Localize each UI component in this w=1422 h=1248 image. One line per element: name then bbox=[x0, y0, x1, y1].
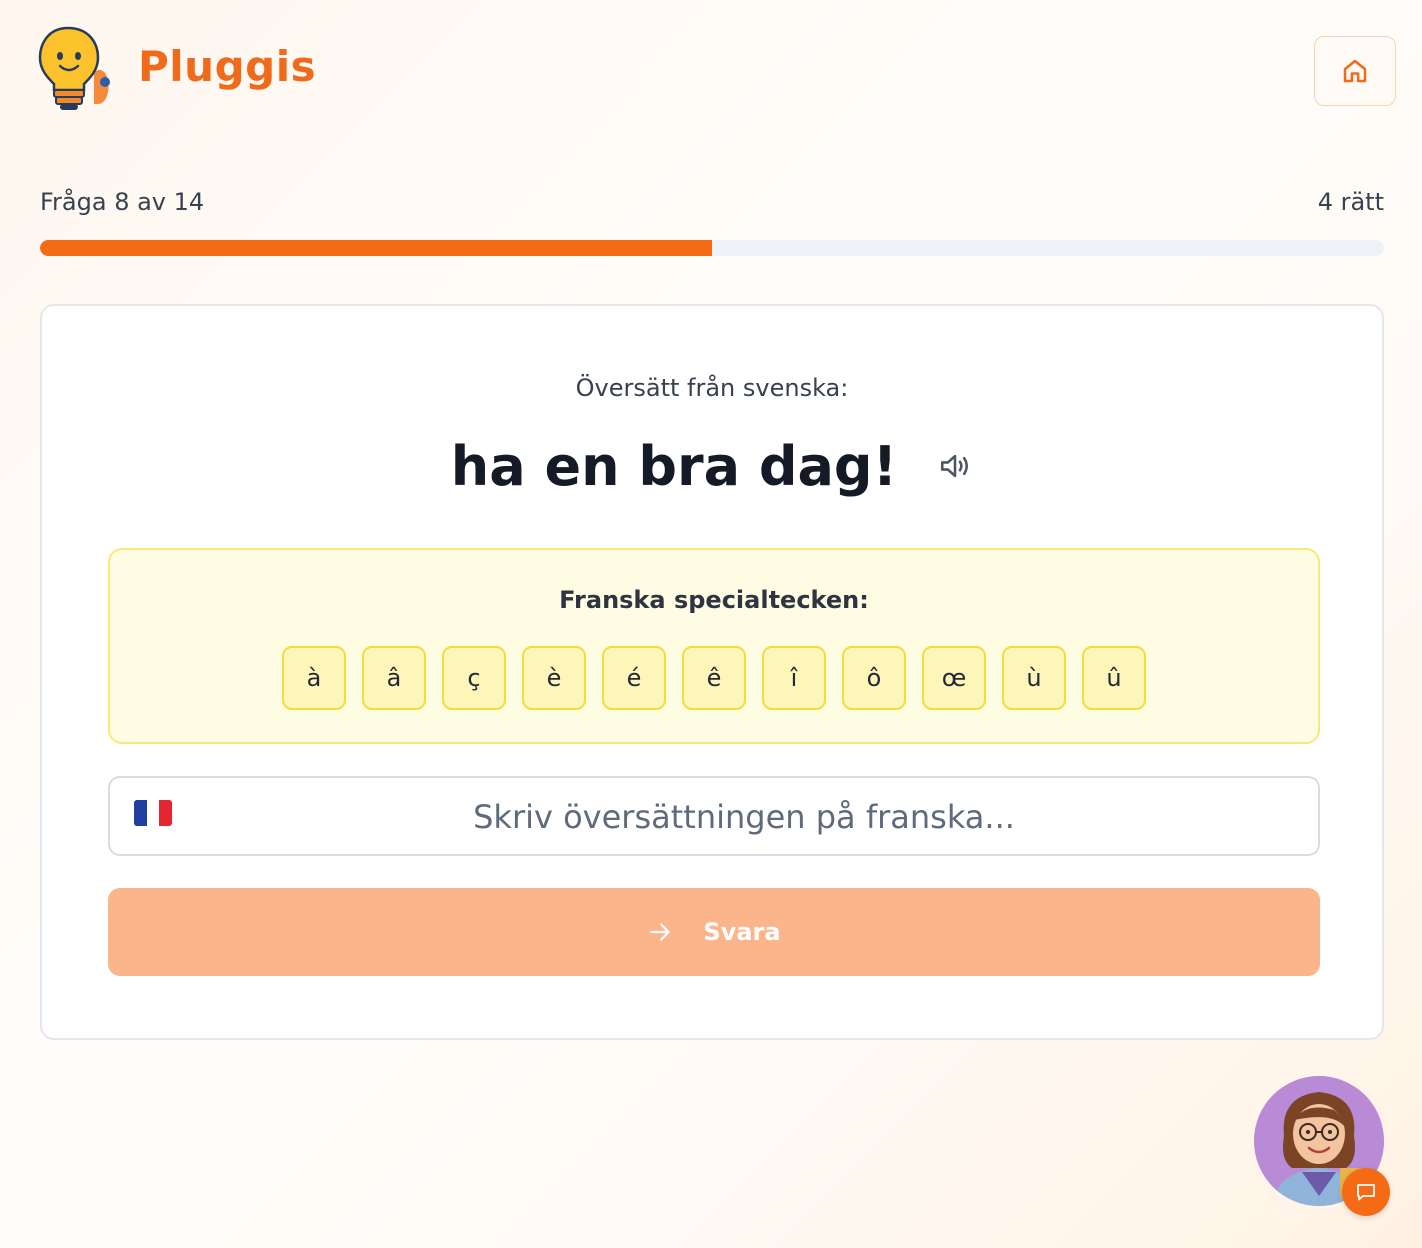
brand-name: Pluggis bbox=[138, 42, 317, 91]
submit-button[interactable]: Svara bbox=[108, 888, 1320, 976]
char-key[interactable]: ç bbox=[442, 646, 506, 710]
char-key[interactable]: î bbox=[762, 646, 826, 710]
phrase-row: ha en bra dag! bbox=[42, 426, 1382, 506]
speaker-button[interactable] bbox=[937, 448, 973, 484]
chat-button[interactable] bbox=[1342, 1168, 1390, 1216]
char-key[interactable]: è bbox=[522, 646, 586, 710]
question-card: Översätt från svenska: ha en bra dag! Fr… bbox=[40, 304, 1384, 1040]
home-button[interactable] bbox=[1314, 36, 1396, 106]
speaker-icon bbox=[941, 454, 969, 478]
progress-bar bbox=[40, 240, 1384, 256]
lightbulb-mascot-icon bbox=[38, 26, 110, 110]
question-counter: Fråga 8 av 14 bbox=[40, 188, 205, 216]
special-characters-keys: à â ç è é ê î ô œ ù û bbox=[110, 646, 1318, 710]
progress-bar-fill bbox=[40, 240, 712, 256]
score-counter: 4 rätt bbox=[1317, 188, 1384, 216]
submit-label: Svara bbox=[703, 918, 781, 946]
home-icon bbox=[1343, 59, 1367, 83]
chat-icon bbox=[1357, 1184, 1375, 1201]
instruction-text: Översätt från svenska: bbox=[575, 374, 849, 402]
char-key[interactable]: ù bbox=[1002, 646, 1066, 710]
special-characters-title: Franska specialtecken: bbox=[559, 586, 869, 614]
char-key[interactable]: œ bbox=[922, 646, 986, 710]
char-key[interactable]: â bbox=[362, 646, 426, 710]
app-logo bbox=[38, 24, 114, 114]
special-characters-panel: Franska specialtecken: à â ç è é ê î ô œ… bbox=[108, 548, 1320, 744]
source-phrase: ha en bra dag! bbox=[450, 434, 898, 498]
char-key[interactable]: ô bbox=[842, 646, 906, 710]
char-key[interactable]: à bbox=[282, 646, 346, 710]
france-flag-icon bbox=[134, 800, 172, 826]
arrow-right-icon bbox=[650, 923, 671, 941]
char-key[interactable]: é bbox=[602, 646, 666, 710]
char-key[interactable]: ê bbox=[682, 646, 746, 710]
answer-field bbox=[108, 776, 1320, 856]
answer-input[interactable] bbox=[190, 778, 1298, 856]
char-key[interactable]: û bbox=[1082, 646, 1146, 710]
